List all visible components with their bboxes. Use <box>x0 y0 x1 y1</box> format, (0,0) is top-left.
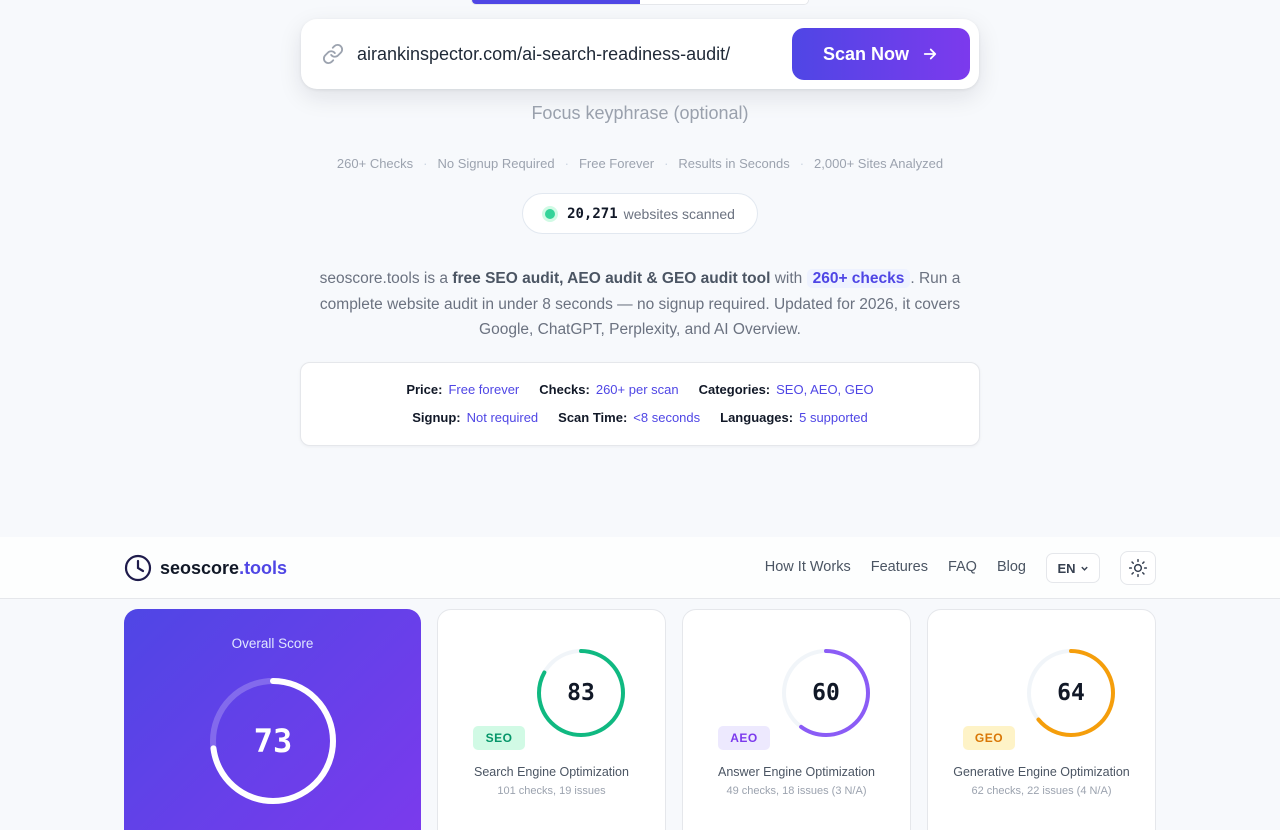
facts-row: Price: Free forever Checks: 260+ per scan … <box>301 382 979 397</box>
scan-counter: 20,271 websites scanned <box>522 193 758 234</box>
nav-link-how-it-works[interactable]: How It Works <box>765 559 851 575</box>
scan-now-label: Scan Now <box>822 43 910 64</box>
nav-link-faq[interactable]: FAQ <box>948 559 977 575</box>
clock-logo-icon <box>124 554 152 582</box>
fact-item: Signup: Not required <box>412 410 538 425</box>
facts-box: Price: Free forever Checks: 260+ per scan … <box>300 362 980 446</box>
counter-label: websites scanned <box>623 205 735 222</box>
feature-item: Free Forever <box>578 156 655 171</box>
mode-tabs[interactable] <box>471 0 809 5</box>
scan-now-button[interactable]: Scan Now <box>792 28 970 80</box>
overall-score-card: Overall Score 73 <box>124 609 421 830</box>
arrow-right-icon <box>923 48 937 60</box>
tab-inactive[interactable] <box>640 0 808 4</box>
seo-card-title: Search Engine Optimization <box>474 765 629 779</box>
brand-logo[interactable]: seoscore.tools <box>124 554 287 582</box>
checks-pill: 260+ checks <box>806 269 911 288</box>
feature-item: No Signup Required <box>437 156 555 171</box>
aeo-card-summary: 49 checks, 18 issues (3 N/A) <box>726 785 867 797</box>
seo-badge: SEO <box>473 726 525 750</box>
feature-item: 2,000+ Sites Analyzed <box>814 156 944 171</box>
aeo-score-value: 60 <box>812 680 840 706</box>
link-icon <box>321 42 345 66</box>
intro-part: with <box>770 270 807 287</box>
seo-score-value: 83 <box>567 680 595 706</box>
fact-item: Price: Free forever <box>406 382 519 397</box>
fact-key: Scan Time: <box>558 410 628 425</box>
fact-item: Checks: 260+ per scan <box>539 382 678 397</box>
feature-item: 260+ Checks <box>336 156 414 171</box>
fact-value: <8 seconds <box>633 410 701 425</box>
seo-score-card[interactable]: 83 SEO Search Engine Optimization 101 ch… <box>437 609 666 830</box>
nav-link-blog[interactable]: Blog <box>997 559 1026 575</box>
fact-value: 5 supported <box>799 410 868 425</box>
overall-score-label: Overall Score <box>231 636 314 651</box>
tab-active[interactable] <box>472 0 640 4</box>
fact-key: Categories: <box>698 382 771 397</box>
fact-value: 260+ per scan <box>595 382 679 397</box>
intro-bold: free SEO audit, AEO audit & GEO audit to… <box>452 270 771 287</box>
counter-number: 20,271 <box>567 205 618 222</box>
geo-card-summary: 62 checks, 22 issues (4 N/A) <box>971 785 1112 797</box>
fact-value: Not required <box>466 410 539 425</box>
feature-strip: 260+ Checks · No Signup Required · Free Fo… <box>336 156 944 171</box>
language-value: EN <box>1057 560 1076 576</box>
aeo-score-card[interactable]: 60 AEO Answer Engine Optimization 49 che… <box>682 609 911 830</box>
aeo-badge: AEO <box>718 726 770 750</box>
geo-score-value: 64 <box>1057 680 1085 706</box>
nav-links: How It Works Features FAQ Blog <box>765 559 1026 575</box>
scan-form: Scan Now <box>301 19 979 89</box>
fact-value: SEO, AEO, GEO <box>776 382 874 397</box>
fact-key: Price: <box>406 382 443 397</box>
url-input[interactable] <box>357 43 792 65</box>
theme-toggle-button[interactable] <box>1120 551 1156 585</box>
fact-item: Scan Time: <8 seconds <box>558 410 700 425</box>
sun-icon <box>1128 558 1148 578</box>
live-dot-icon <box>545 208 556 219</box>
aeo-card-title: Answer Engine Optimization <box>717 765 876 779</box>
intro-part: seoscore.tools is a <box>319 270 453 287</box>
fact-key: Languages: <box>720 410 794 425</box>
intro-text: seoscore.tools is a free SEO audit, AEO … <box>300 266 980 343</box>
fact-key: Signup: <box>412 410 461 425</box>
geo-badge: GEO <box>963 726 1015 750</box>
feature-item: Results in Seconds <box>678 156 790 171</box>
fact-item: Categories: SEO, AEO, GEO <box>699 382 874 397</box>
facts-row: Signup: Not required Scan Time: <8 seconds… <box>301 410 979 425</box>
language-select[interactable]: EN <box>1046 553 1100 583</box>
keyphrase-input[interactable]: Focus keyphrase (optional) <box>0 103 1280 124</box>
overall-score-value: 73 <box>253 722 293 760</box>
seo-card-summary: 101 checks, 19 issues <box>497 785 606 797</box>
fact-item: Languages: 5 supported <box>720 410 868 425</box>
geo-score-card[interactable]: 64 GEO Generative Engine Optimization 62… <box>927 609 1156 830</box>
brand-tld: .tools <box>239 557 288 578</box>
top-navbar: seoscore.tools How It Works Features FAQ… <box>0 537 1280 599</box>
chevron-down-icon <box>1080 566 1088 571</box>
brand-name: seoscore <box>160 557 240 578</box>
geo-card-title: Generative Engine Optimization <box>953 765 1130 779</box>
fact-value: Free forever <box>448 382 520 397</box>
fact-key: Checks: <box>539 382 590 397</box>
nav-link-features[interactable]: Features <box>871 559 928 575</box>
